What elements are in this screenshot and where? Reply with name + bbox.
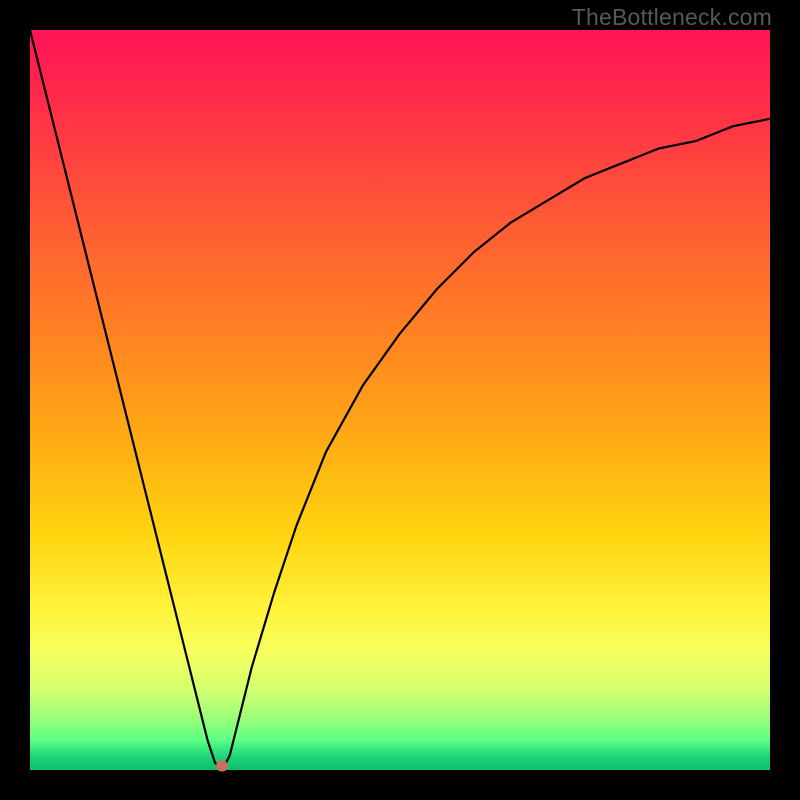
plot-area [30,30,770,770]
watermark-text: TheBottleneck.com [572,4,772,31]
minimum-marker [216,761,228,772]
bottleneck-curve [30,30,770,770]
chart-container: TheBottleneck.com [0,0,800,800]
